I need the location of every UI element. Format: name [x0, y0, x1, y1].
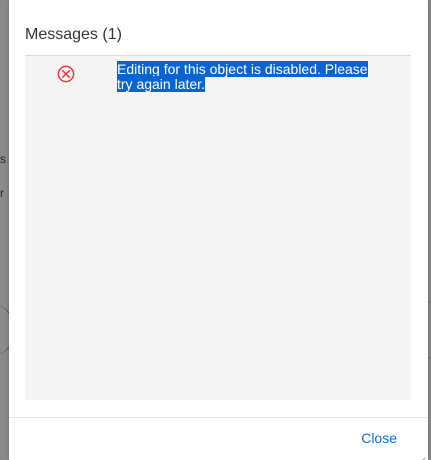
message-text: Editing for this object is disabled. Ple… — [117, 61, 377, 92]
background-text-fragment: r — [0, 186, 4, 200]
messages-header: Messages (1) — [25, 20, 411, 56]
message-item[interactable]: Editing for this object is disabled. Ple… — [25, 61, 411, 102]
messages-list: Editing for this object is disabled. Ple… — [25, 56, 411, 400]
error-icon — [57, 65, 75, 83]
background-text-fragment: s — [0, 152, 6, 166]
dialog-footer: Close — [9, 417, 428, 460]
messages-title: Messages (1) — [25, 26, 122, 43]
close-button[interactable]: Close — [361, 430, 397, 446]
messages-dialog: Messages (1) Editing for this object is … — [9, 0, 428, 460]
message-text-selected: Editing for this object is disabled. Ple… — [117, 61, 368, 92]
resize-grip-icon[interactable] — [419, 451, 426, 460]
